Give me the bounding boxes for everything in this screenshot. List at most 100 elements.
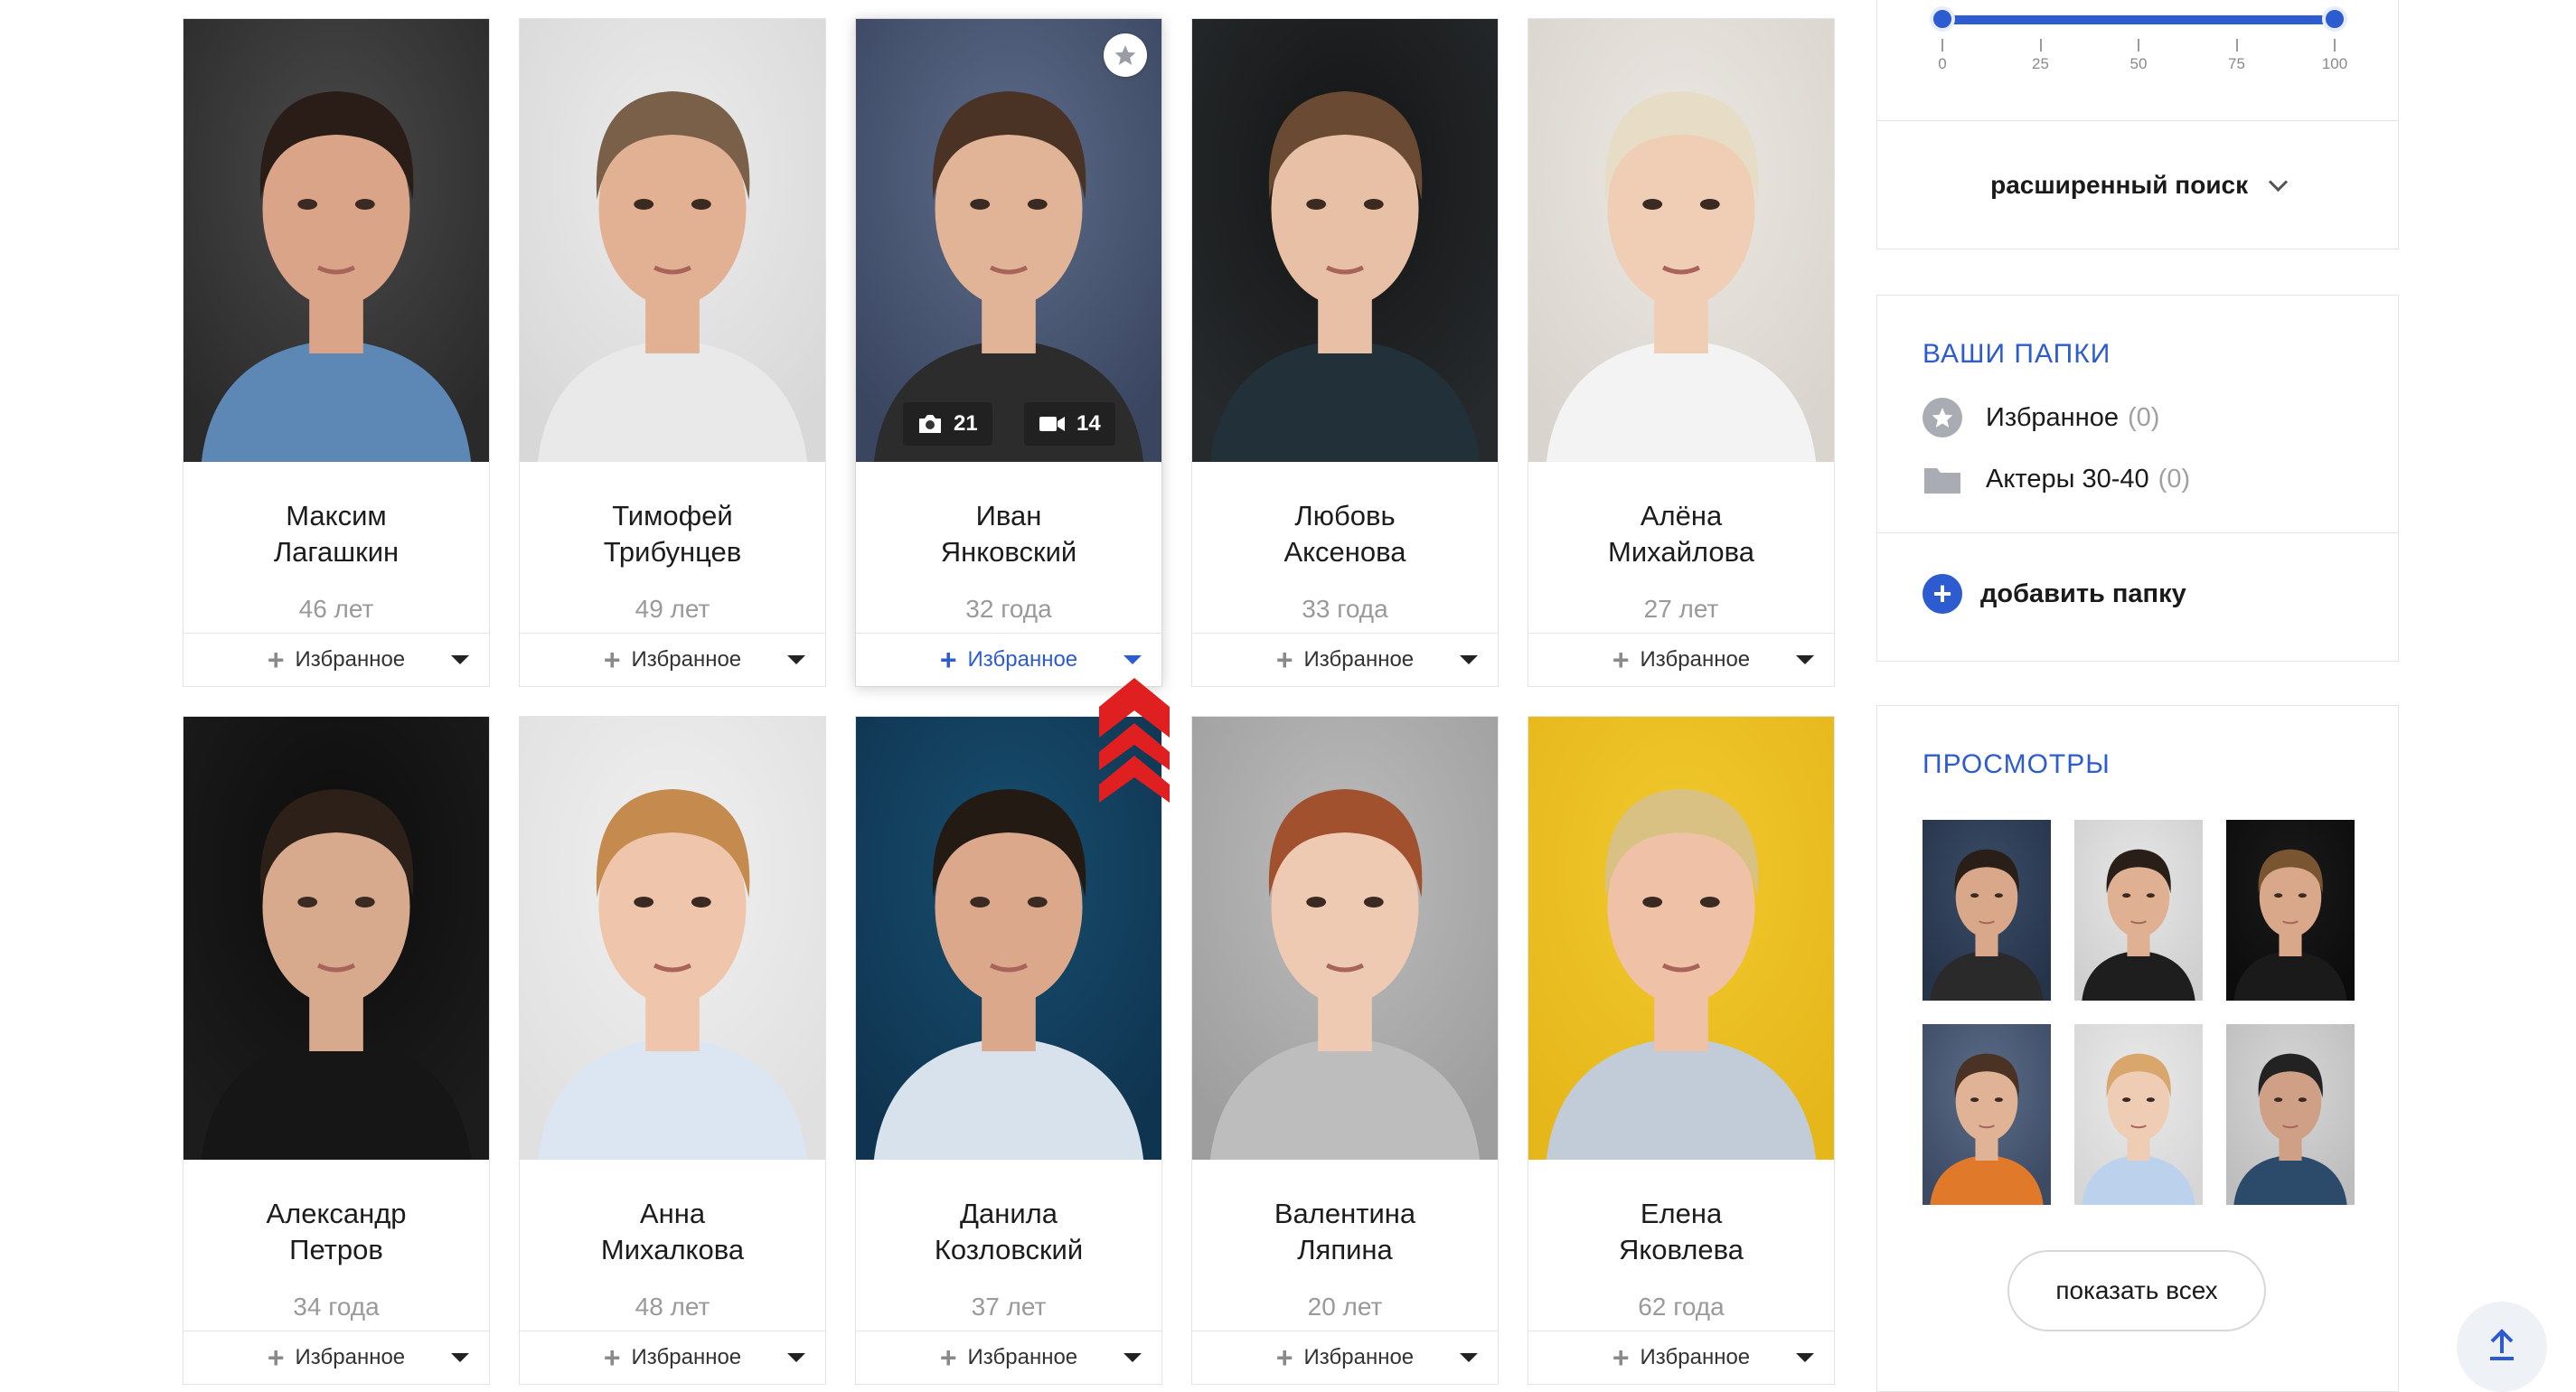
actor-name[interactable]: Данила Козловский [856,1196,1161,1268]
add-folder-button[interactable]: + добавить папку [1923,574,2186,614]
actor-card[interactable]: Алёна Михайлова 27 лет + Избранное [1528,18,1835,687]
folder-item-favorites[interactable]: Избранное (0) [1923,397,2159,438]
add-to-favorites-button[interactable]: + Избранное [856,1331,1161,1384]
age-slider-max-handle[interactable] [2322,6,2347,32]
folder-icon [1923,463,1962,495]
actor-photo-art [183,19,489,462]
show-all-button[interactable]: показать всех [2007,1250,2266,1331]
actor-name[interactable]: Тимофей Трибунцев [520,498,825,570]
caret-down-icon[interactable] [451,1353,469,1362]
actor-card[interactable]: Любовь Аксенова 33 года + Избранное [1191,18,1499,687]
actor-first-name: Анна [639,1198,706,1229]
favorites-label: Избранное [967,1345,1078,1369]
views-panel: ПРОСМОТРЫ показать всех [1876,705,2399,1392]
video-count: 14 [1076,411,1101,436]
caret-down-icon[interactable] [451,655,469,664]
actor-first-name: Тимофей [612,500,733,531]
actor-name[interactable]: Елена Яковлева [1528,1196,1834,1268]
actor-card[interactable]: 21 14 Иван Янковский 32 года + Избранное [855,18,1162,687]
folder-count: (0) [2127,402,2160,432]
arrow-up-icon [2487,1328,2517,1367]
actor-photo[interactable]: 21 14 [856,19,1161,462]
actor-card[interactable]: Александр Петров 34 года + Избранное [183,716,490,1385]
actor-name[interactable]: Любовь Аксенова [1192,498,1498,570]
actor-age: 27 лет [1643,595,1719,623]
add-to-favorites-button[interactable]: + Избранное [1528,633,1834,686]
add-to-favorites-button[interactable]: + Избранное [1192,633,1498,686]
actor-age: 20 лет [1307,1293,1383,1321]
actor-first-name: Александр [266,1198,407,1229]
actor-card[interactable]: Данила Козловский 37 лет + Избранное [855,716,1162,1385]
actor-name[interactable]: Алёна Михайлова [1528,498,1834,570]
actor-photo[interactable] [183,19,489,462]
advanced-search-toggle[interactable]: расширенный поиск [1877,171,2398,200]
viewed-actor-thumbnail[interactable] [2074,1024,2203,1205]
favorites-label: Избранное [1303,647,1415,672]
actor-name[interactable]: Анна Михалкова [520,1196,825,1268]
actor-name[interactable]: Александр Петров [183,1196,489,1268]
plus-icon: + [939,644,957,676]
folders-title: ВАШИ ПАПКИ [1923,339,2111,369]
actor-last-name: Лагашкин [273,536,400,568]
actor-card[interactable]: Анна Михалкова 48 лет + Избранное [519,716,826,1385]
actor-name[interactable]: Валентина Ляпина [1192,1196,1498,1268]
actor-last-name: Трибунцев [603,536,742,568]
add-to-favorites-button[interactable]: + Избранное [520,1331,825,1384]
age-filter-panel: 0 25 50 75 100 расширенный поиск [1876,0,2399,249]
caret-down-icon[interactable] [1123,1353,1142,1362]
viewed-actor-thumbnail[interactable] [2226,1024,2355,1205]
caret-down-icon[interactable] [1796,1353,1814,1362]
video-count-badge[interactable]: 14 [1024,402,1115,446]
scroll-to-top-button[interactable] [2457,1302,2547,1392]
actor-name[interactable]: Максим Лагашкин [183,498,489,570]
photo-count: 21 [954,411,978,436]
actor-photo[interactable] [1192,717,1498,1160]
caret-down-icon[interactable] [787,655,805,664]
caret-down-icon[interactable] [1460,1353,1478,1362]
add-to-favorites-button[interactable]: + Избранное [520,633,825,686]
actor-photo[interactable] [183,717,489,1160]
actor-age: 49 лет [635,595,710,623]
actor-card[interactable]: Тимофей Трибунцев 49 лет + Избранное [519,18,826,687]
red-arrow-indicator [1099,674,1170,815]
actor-card[interactable]: Елена Яковлева 62 года + Избранное [1528,716,1835,1385]
actor-name[interactable]: Иван Янковский [856,498,1161,570]
age-slider[interactable] [1942,15,2335,24]
slider-tick-label: 50 [2129,55,2148,72]
caret-down-icon[interactable] [787,1353,805,1362]
actor-age: 48 лет [635,1293,710,1321]
favorite-star-button[interactable] [1104,33,1147,77]
actor-photo[interactable] [520,717,825,1160]
actor-age: 34 года [293,1293,380,1321]
actor-photo[interactable] [520,19,825,462]
plus-icon: + [267,1341,285,1374]
slider-tick: 100 [2308,39,2362,73]
actor-photo[interactable] [1528,19,1834,462]
viewed-actor-thumbnail[interactable] [2074,820,2203,1001]
add-to-favorites-button[interactable]: + Избранное [183,1331,489,1384]
actor-photo-art [2074,820,2203,1001]
viewed-actor-thumbnail[interactable] [1923,820,2051,1001]
actor-card[interactable]: Максим Лагашкин 46 лет + Избранное [183,18,490,687]
actor-last-name: Михайлова [1608,536,1754,568]
actor-card[interactable]: Валентина Ляпина 20 лет + Избранное [1191,716,1499,1385]
caret-down-icon[interactable] [1123,655,1142,664]
age-slider-min-handle[interactable] [1930,6,1955,32]
viewed-actor-thumbnail[interactable] [1923,1024,2051,1205]
actor-photo-art [1923,1024,2051,1205]
add-to-favorites-button[interactable]: + Избранное [183,633,489,686]
favorites-label: Избранное [1640,647,1751,672]
caret-down-icon[interactable] [1460,655,1478,664]
actor-last-name: Аксенова [1283,536,1406,568]
actor-age: 32 года [965,595,1052,623]
add-to-favorites-button[interactable]: + Избранное [1192,1331,1498,1384]
viewed-actor-thumbnail[interactable] [2226,820,2355,1001]
actor-photo[interactable] [1528,717,1834,1160]
plus-icon: + [267,644,285,676]
photo-count-badge[interactable]: 21 [903,402,992,446]
caret-down-icon[interactable] [1796,655,1814,664]
actor-photo[interactable] [1192,19,1498,462]
add-to-favorites-button[interactable]: + Избранное [1528,1331,1834,1384]
actor-photo-art [856,19,1161,462]
folder-item-actors-30-40[interactable]: Актеры 30-40 (0) [1923,458,2190,500]
